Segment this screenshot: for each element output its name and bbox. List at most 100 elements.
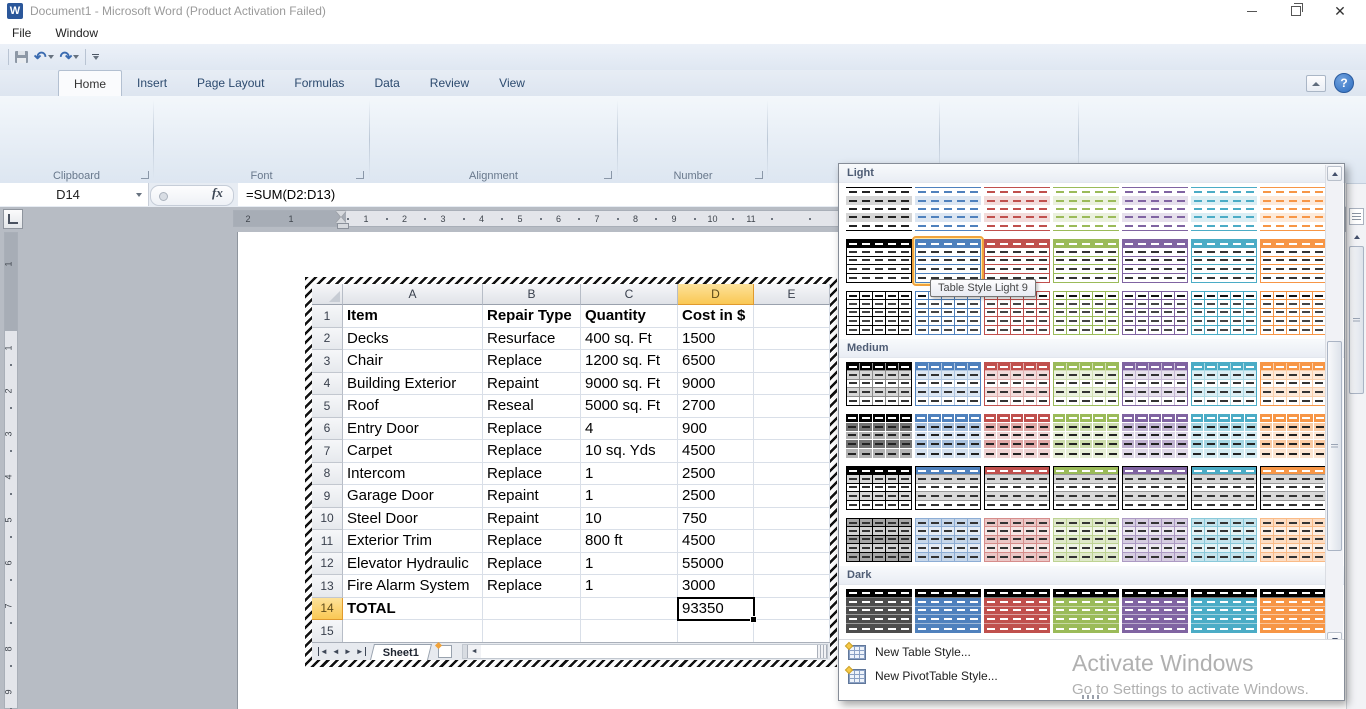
table-style-swatch[interactable] (846, 589, 912, 633)
column-header-A[interactable]: A (343, 284, 483, 305)
minimize-button[interactable] (1230, 0, 1274, 22)
cell-C8[interactable]: 1 (581, 462, 678, 485)
cell-A9[interactable]: Garage Door (343, 485, 483, 508)
dialog-launcher-icon[interactable] (755, 171, 763, 179)
last-sheet-button[interactable]: ► (356, 647, 366, 656)
cell-C15[interactable] (581, 620, 678, 643)
table-style-swatch[interactable] (1191, 187, 1257, 231)
row-header-11[interactable]: 11 (312, 530, 343, 553)
gallery-resize-gripper[interactable] (1081, 695, 1102, 699)
tab-data[interactable]: Data (359, 70, 414, 96)
cell-B5[interactable]: Reseal (483, 395, 581, 418)
column-header-B[interactable]: B (483, 284, 581, 305)
table-style-swatch[interactable] (984, 466, 1050, 510)
cell-A13[interactable]: Fire Alarm System (343, 575, 483, 598)
cell-A10[interactable]: Steel Door (343, 507, 483, 530)
cell-D1[interactable]: Cost in $ (678, 305, 754, 328)
table-style-swatch[interactable] (846, 362, 912, 406)
table-style-swatch[interactable] (915, 291, 981, 335)
table-style-swatch[interactable] (915, 187, 981, 231)
active-cell-selection[interactable] (677, 596, 757, 623)
word-vertical-scrollbar[interactable] (1346, 184, 1366, 709)
table-style-swatch[interactable] (846, 414, 912, 458)
table-style-swatch[interactable] (984, 414, 1050, 458)
cell-C12[interactable]: 1 (581, 552, 678, 575)
table-style-swatch[interactable] (984, 589, 1050, 633)
row-header-15[interactable]: 15 (312, 620, 343, 643)
table-style-swatch[interactable] (1260, 589, 1326, 633)
tab-view[interactable]: View (484, 70, 540, 96)
table-style-swatch[interactable] (1122, 466, 1188, 510)
cell-E11[interactable] (754, 530, 830, 553)
table-style-swatch[interactable] (1122, 414, 1188, 458)
table-style-swatch[interactable] (1260, 239, 1326, 283)
table-style-swatch[interactable] (1122, 362, 1188, 406)
scrollbar-thumb[interactable] (1327, 341, 1342, 551)
cell-D13[interactable]: 3000 (678, 575, 754, 598)
cell-A8[interactable]: Intercom (343, 462, 483, 485)
cell-A3[interactable]: Chair (343, 350, 483, 373)
cell-E4[interactable] (754, 372, 830, 395)
cell-B14[interactable] (483, 597, 581, 620)
next-sheet-button[interactable]: ► (344, 647, 352, 656)
table-style-swatch[interactable] (1053, 518, 1119, 562)
table-style-swatch[interactable] (1122, 187, 1188, 231)
tab-insert[interactable]: Insert (122, 70, 182, 96)
table-style-swatch[interactable] (915, 362, 981, 406)
table-style-swatch[interactable] (1122, 291, 1188, 335)
cell-B9[interactable]: Repaint (483, 485, 581, 508)
table-style-swatch[interactable] (1191, 291, 1257, 335)
scroll-up-button[interactable] (1327, 166, 1342, 181)
table-style-swatch[interactable] (984, 291, 1050, 335)
cell-E12[interactable] (754, 552, 830, 575)
cell-C9[interactable]: 1 (581, 485, 678, 508)
cell-A15[interactable] (343, 620, 483, 643)
table-style-swatch[interactable] (1260, 291, 1326, 335)
table-style-swatch[interactable] (915, 518, 981, 562)
cell-D6[interactable]: 900 (678, 417, 754, 440)
left-indent-marker[interactable] (337, 223, 349, 229)
table-style-swatch[interactable] (1053, 414, 1119, 458)
table-style-swatch[interactable] (1191, 589, 1257, 633)
insert-function-button[interactable]: fx (212, 185, 223, 201)
cell-C6[interactable]: 4 (581, 417, 678, 440)
tab-home[interactable]: Home (58, 70, 123, 96)
table-style-swatch[interactable] (1053, 291, 1119, 335)
cell-B7[interactable]: Replace (483, 440, 581, 463)
cell-E15[interactable] (754, 620, 830, 643)
cell-A5[interactable]: Roof (343, 395, 483, 418)
close-button[interactable]: ✕ (1318, 0, 1362, 22)
table-style-swatch[interactable] (1122, 518, 1188, 562)
table-style-swatch[interactable] (846, 239, 912, 283)
table-style-swatch[interactable] (915, 414, 981, 458)
cell-B1[interactable]: Repair Type (483, 305, 581, 328)
table-style-swatch[interactable] (915, 466, 981, 510)
cell-B11[interactable]: Replace (483, 530, 581, 553)
tab-review[interactable]: Review (415, 70, 484, 96)
first-sheet-button[interactable]: ◄ (318, 647, 328, 656)
tab-page-layout[interactable]: Page Layout (182, 70, 279, 96)
table-style-swatch[interactable] (846, 291, 912, 335)
prev-sheet-button[interactable]: ◄ (332, 647, 340, 656)
row-header-6[interactable]: 6 (312, 417, 343, 440)
cell-A12[interactable]: Elevator Hydraulic (343, 552, 483, 575)
cell-B8[interactable]: Replace (483, 462, 581, 485)
cell-C7[interactable]: 10 sq. Yds (581, 440, 678, 463)
table-style-swatch[interactable] (846, 518, 912, 562)
cell-E9[interactable] (754, 485, 830, 508)
table-style-swatch[interactable] (1053, 187, 1119, 231)
cell-D15[interactable] (678, 620, 754, 643)
cell-E6[interactable] (754, 417, 830, 440)
cell-A14[interactable]: TOTAL (343, 597, 483, 620)
cell-C14[interactable] (581, 597, 678, 620)
cell-E10[interactable] (754, 507, 830, 530)
cell-D11[interactable]: 4500 (678, 530, 754, 553)
table-style-swatch[interactable] (984, 518, 1050, 562)
cell-A11[interactable]: Exterior Trim (343, 530, 483, 553)
cell-B6[interactable]: Replace (483, 417, 581, 440)
cell-B13[interactable]: Replace (483, 575, 581, 598)
table-style-swatch[interactable] (846, 466, 912, 510)
scrollbar-grip[interactable] (817, 645, 827, 658)
cell-D12[interactable]: 55000 (678, 552, 754, 575)
cell-D10[interactable]: 750 (678, 507, 754, 530)
